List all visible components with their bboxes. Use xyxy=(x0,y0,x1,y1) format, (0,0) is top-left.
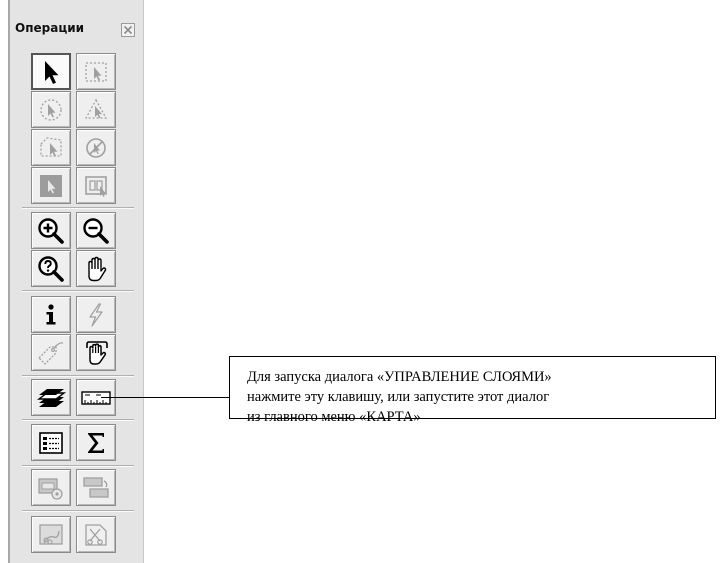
callout-pointer-line xyxy=(101,397,229,398)
radius-select-icon xyxy=(40,98,62,121)
palette-titlebar[interactable]: Операции xyxy=(13,19,139,39)
select-arrow-button[interactable] xyxy=(31,53,71,90)
close-icon[interactable] xyxy=(121,23,135,37)
clip-toggle-button[interactable] xyxy=(76,469,116,506)
arrow-icon xyxy=(45,60,59,84)
callout-text: Для запуска диалога «УПРАВЛЕНИЕ СЛОЯМИ» … xyxy=(247,367,552,427)
select-rectangle-button[interactable] xyxy=(76,53,116,90)
callout-line-2: нажмите эту клавишу, или запустите этот … xyxy=(247,389,550,405)
drag-hand-icon xyxy=(86,340,108,365)
separator xyxy=(22,419,134,421)
statistics-button[interactable] xyxy=(76,424,116,461)
operations-palette: Операции xyxy=(8,0,144,563)
clip-region-icon xyxy=(38,477,63,500)
legend-button[interactable] xyxy=(31,424,71,461)
hand-icon xyxy=(88,256,107,281)
palette-title: Операции xyxy=(15,21,85,35)
drag-window-button[interactable] xyxy=(76,334,116,371)
separator xyxy=(22,207,134,209)
sigma-icon xyxy=(88,432,104,453)
label-button[interactable] xyxy=(31,334,71,371)
separator xyxy=(22,290,134,292)
pan-button[interactable] xyxy=(76,250,116,287)
separator xyxy=(22,375,134,377)
layers-icon xyxy=(36,388,67,407)
layer-control-button[interactable] xyxy=(31,379,71,416)
polygon-select-icon xyxy=(84,98,108,119)
clip-toggle-icon xyxy=(83,476,109,498)
unselect-icon xyxy=(86,137,106,158)
callout-box: Для запуска диалога «УПРАВЛЕНИЕ СЛОЯМИ» … xyxy=(229,356,716,425)
zoom-question-icon xyxy=(38,255,64,282)
separator xyxy=(22,510,134,512)
zoom-out-button[interactable] xyxy=(76,212,116,249)
callout-line-1: Для запуска диалога «УПРАВЛЕНИЕ СЛОЯМИ» xyxy=(247,369,552,385)
layer-select-icon xyxy=(40,174,62,197)
select-radius-button[interactable] xyxy=(31,91,71,128)
cut-tool-button[interactable] xyxy=(76,516,116,553)
scissors-icon xyxy=(85,523,107,546)
select-boundary-button[interactable] xyxy=(31,129,71,166)
unselect-all-button[interactable] xyxy=(76,129,116,166)
graph-select-icon xyxy=(85,175,107,197)
clip-region-button[interactable] xyxy=(31,469,71,506)
zoom-in-button[interactable] xyxy=(31,212,71,249)
graph-select-button[interactable] xyxy=(76,167,116,204)
zoom-out-icon xyxy=(83,217,109,244)
info-button[interactable] xyxy=(31,296,71,333)
info-icon xyxy=(46,303,56,324)
boundary-select-icon xyxy=(40,136,62,157)
select-polygon-button[interactable] xyxy=(76,91,116,128)
hotlink-button[interactable] xyxy=(76,296,116,333)
select-in-layer-button[interactable] xyxy=(31,167,71,204)
set-target-button[interactable] xyxy=(31,516,71,553)
marquee-select-icon xyxy=(85,61,107,82)
set-target-icon xyxy=(39,523,63,545)
legend-icon xyxy=(39,431,63,454)
change-view-button[interactable] xyxy=(31,250,71,287)
zoom-in-icon xyxy=(38,217,64,244)
separator xyxy=(22,465,134,467)
label-tag-icon xyxy=(38,341,64,365)
callout-line-3: из главного меню «КАРТА» xyxy=(247,409,421,425)
lightning-icon xyxy=(89,302,103,327)
